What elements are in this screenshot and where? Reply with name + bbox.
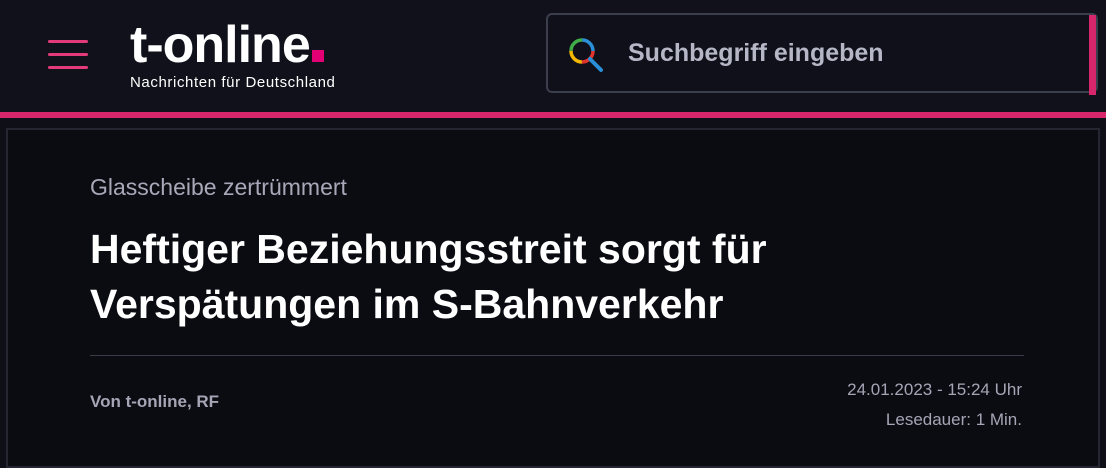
search-accent-bar xyxy=(1089,15,1096,95)
article-reading-time: Lesedauer: 1 Min. xyxy=(885,410,1022,429)
search-box[interactable] xyxy=(546,13,1098,95)
site-header: t-online Nachrichten für Deutschland xyxy=(0,0,1106,112)
article-datetime: 24.01.2023 - 15:24 Uhr xyxy=(847,380,1022,399)
logo-tagline: Nachrichten für Deutschland xyxy=(130,74,336,91)
logo-text: t-online xyxy=(130,16,311,74)
article-header: Glasscheibe zertrümmert Heftiger Beziehu… xyxy=(6,128,1100,468)
article-headline: Heftiger Beziehungsstreit sorgt für Vers… xyxy=(90,226,767,327)
article-kicker: Glasscheibe zertrümmert xyxy=(90,174,347,200)
hamburger-menu-icon xyxy=(48,40,88,43)
article-author[interactable]: Von t-online, RF xyxy=(90,392,219,412)
logo-dot xyxy=(311,50,324,62)
menu-button[interactable] xyxy=(48,40,88,70)
menu-icon-line xyxy=(48,66,88,69)
search-icon[interactable] xyxy=(566,35,606,75)
site-logo[interactable]: t-online Nachrichten für Deutschland xyxy=(130,14,390,94)
article-meta: 24.01.2023 - 15:24 Uhr Lesedauer: 1 Min. xyxy=(847,375,1022,435)
search-input[interactable] xyxy=(628,15,1068,91)
menu-icon-line xyxy=(48,53,88,56)
logo-wordmark: t-online xyxy=(130,14,324,76)
divider xyxy=(90,355,1024,356)
header-accent-bar xyxy=(0,112,1106,118)
